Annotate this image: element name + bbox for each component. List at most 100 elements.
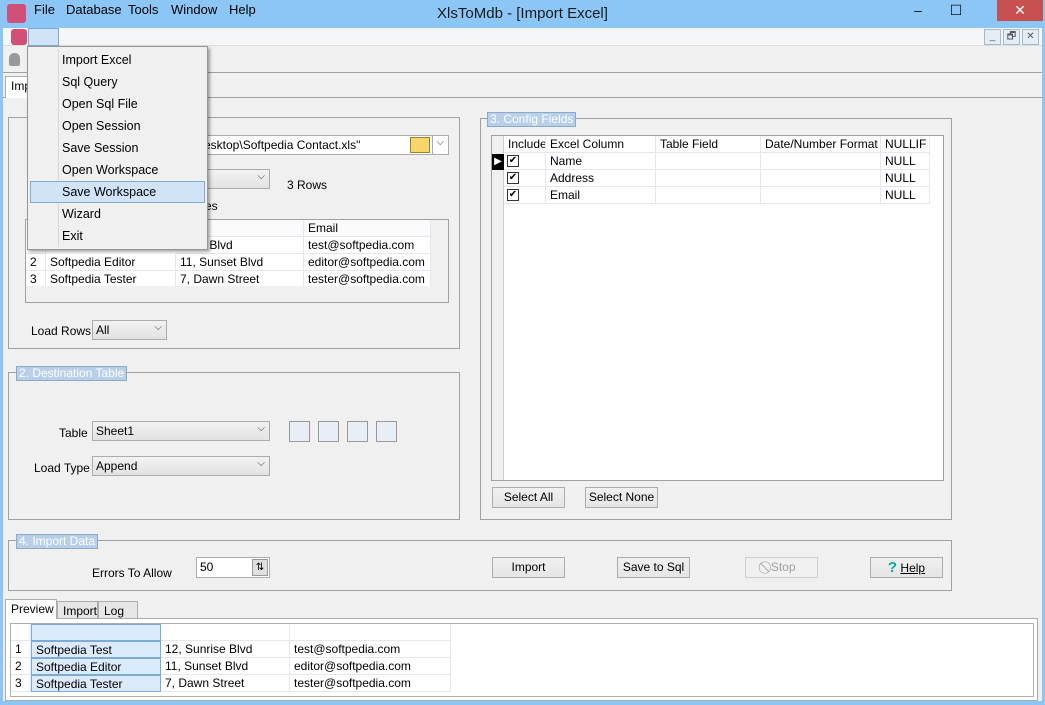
include-checkbox[interactable]: ✔ xyxy=(507,155,519,167)
mdi-close-button[interactable]: ✕ xyxy=(1022,29,1039,45)
row-number: 3 xyxy=(11,675,31,692)
config-grid[interactable]: ▶ Include Excel Column Table Field Date/… xyxy=(491,135,944,481)
chevron-down-icon: ⌵ xyxy=(257,458,265,469)
include-checkbox[interactable]: ✔ xyxy=(507,189,519,201)
menu-item-open-workspace[interactable]: Open Workspace xyxy=(30,159,205,181)
include-cell[interactable]: ✔ xyxy=(504,170,546,187)
preview-panel: 1 Softpedia Test 12, Sunrise Blvd test@s… xyxy=(5,618,1038,701)
select-all-button[interactable]: Select All xyxy=(492,487,565,508)
stop-label: Stop xyxy=(770,560,796,574)
menu-database[interactable]: Database xyxy=(66,2,122,17)
help-label: Help xyxy=(900,561,926,575)
grid-cell[interactable]: editor@softpedia.com xyxy=(290,658,451,675)
maximize-button[interactable]: ☐ xyxy=(940,0,972,21)
user-icon[interactable] xyxy=(9,53,20,66)
column-header[interactable]: Date/Number Format xyxy=(761,136,881,153)
row-number: 2 xyxy=(11,658,31,675)
grid-cell[interactable] xyxy=(656,170,761,187)
menu-tools[interactable]: Tools xyxy=(128,2,158,17)
chevron-down-icon: ⌵ xyxy=(257,423,265,434)
menu-file[interactable]: File xyxy=(34,2,55,17)
grid-cell[interactable] xyxy=(761,170,881,187)
stop-button[interactable]: ⃠ Stop xyxy=(745,557,818,578)
grid-cell[interactable] xyxy=(761,153,881,170)
grid-cell[interactable] xyxy=(656,153,761,170)
browse-folder-icon[interactable] xyxy=(410,137,430,153)
grid-cell[interactable]: tester@softpedia.com xyxy=(290,675,451,692)
load-rows-select[interactable]: All ⌵ xyxy=(92,320,167,340)
columns-icon[interactable] xyxy=(376,421,397,442)
column-header[interactable]: NULLIF xyxy=(881,136,930,153)
refresh-table-icon[interactable] xyxy=(318,421,339,442)
grid-cell[interactable] xyxy=(761,187,881,204)
grid-cell[interactable]: NULL xyxy=(881,170,930,187)
menu-item-save-session[interactable]: Save Session xyxy=(30,137,205,159)
column-header[interactable]: Excel Column xyxy=(546,136,656,153)
save-to-sql-button[interactable]: Save to Sql xyxy=(617,557,690,578)
grid-cell[interactable]: Softpedia Editor xyxy=(46,254,176,271)
menu-item-import-excel[interactable]: Import Excel xyxy=(30,49,205,71)
tab-preview[interactable]: Preview xyxy=(5,599,57,619)
grid-cell[interactable]: Softpedia Editor xyxy=(31,658,161,675)
errors-value: 50 xyxy=(200,560,214,574)
import-button[interactable]: Import xyxy=(492,557,565,578)
grid-cell[interactable]: Softpedia Test xyxy=(31,641,161,658)
grid-cell[interactable]: test@softpedia.com xyxy=(304,237,431,254)
grid-cell[interactable]: test@softpedia.com xyxy=(290,641,451,658)
add-table-icon[interactable] xyxy=(289,421,310,442)
include-cell[interactable]: ✔ xyxy=(504,153,546,170)
menu-window[interactable]: Window xyxy=(171,2,217,17)
grid-cell[interactable] xyxy=(656,187,761,204)
column-header[interactable]: Email xyxy=(304,220,431,237)
table-value: Sheet1 xyxy=(96,424,135,438)
window-frame xyxy=(0,28,3,705)
grid-cell[interactable]: 11, Sunset Blvd xyxy=(176,254,304,271)
load-type-select[interactable]: Append ⌵ xyxy=(92,456,270,476)
grid-cell[interactable]: 12, Sunrise Blvd xyxy=(161,641,290,658)
file-menu: Import Excel Sql Query Open Sql File Ope… xyxy=(27,46,208,250)
mdi-minimize-button[interactable]: _ xyxy=(984,29,1001,45)
load-type-value: Append xyxy=(96,459,138,473)
grid-cell[interactable]: NULL xyxy=(881,187,930,204)
grid-cell[interactable]: Softpedia Tester xyxy=(31,675,161,692)
select-none-button[interactable]: Select None xyxy=(585,487,658,508)
config-legend: 3. Config Fields xyxy=(487,112,577,127)
menu-item-exit[interactable]: Exit xyxy=(30,225,205,247)
grid-cell[interactable]: Email xyxy=(546,187,656,204)
include-cell[interactable]: ✔ xyxy=(504,187,546,204)
file-path-input[interactable]: esktop\Softpedia Contact.xls" xyxy=(200,135,433,155)
close-button[interactable]: ✕ xyxy=(997,0,1043,21)
grid-cell[interactable]: editor@softpedia.com xyxy=(304,254,431,271)
horizontal-scrollbar[interactable] xyxy=(26,286,448,302)
menu-file-highlight xyxy=(28,28,59,46)
menu-item-wizard[interactable]: Wizard xyxy=(30,203,205,225)
help-button[interactable]: ? Help xyxy=(870,557,943,578)
include-checkbox[interactable]: ✔ xyxy=(507,172,519,184)
grid-cell[interactable]: 7, Dawn Street xyxy=(161,675,290,692)
menu-item-open-session[interactable]: Open Session xyxy=(30,115,205,137)
menu-item-sql-query[interactable]: Sql Query xyxy=(30,71,205,93)
grid-cell[interactable]: NULL xyxy=(881,153,930,170)
preview-grid[interactable]: 1 Softpedia Test 12, Sunrise Blvd test@s… xyxy=(10,623,1034,697)
column-header[interactable]: Include xyxy=(504,136,546,153)
chevron-down-icon: ⌵ xyxy=(436,137,444,148)
grid-cell[interactable]: Address xyxy=(546,170,656,187)
mdi-restore-button[interactable]: 🗗 xyxy=(1003,29,1020,45)
minimize-button[interactable]: – xyxy=(902,0,934,21)
destination-group xyxy=(8,372,460,520)
import-legend: 4. Import Data xyxy=(16,534,99,549)
spinner-arrows-icon[interactable]: ⇅ xyxy=(252,559,268,576)
help-icon: ? xyxy=(887,559,898,576)
menu-item-open-sql-file[interactable]: Open Sql File xyxy=(30,93,205,115)
file-path-dropdown[interactable]: ⌵ xyxy=(432,135,449,155)
table-label: Table xyxy=(59,426,88,440)
vertical-scrollbar[interactable] xyxy=(431,220,448,286)
menu-help[interactable]: Help xyxy=(229,2,256,17)
column-header[interactable]: Table Field xyxy=(656,136,761,153)
view-table-icon[interactable] xyxy=(347,421,368,442)
table-select[interactable]: Sheet1 ⌵ xyxy=(92,421,270,441)
grid-cell[interactable]: 11, Sunset Blvd xyxy=(161,658,290,675)
grid-cell[interactable]: Name xyxy=(546,153,656,170)
menu-item-save-workspace[interactable]: Save Workspace xyxy=(30,181,205,203)
load-rows-label: Load Rows xyxy=(31,324,92,338)
